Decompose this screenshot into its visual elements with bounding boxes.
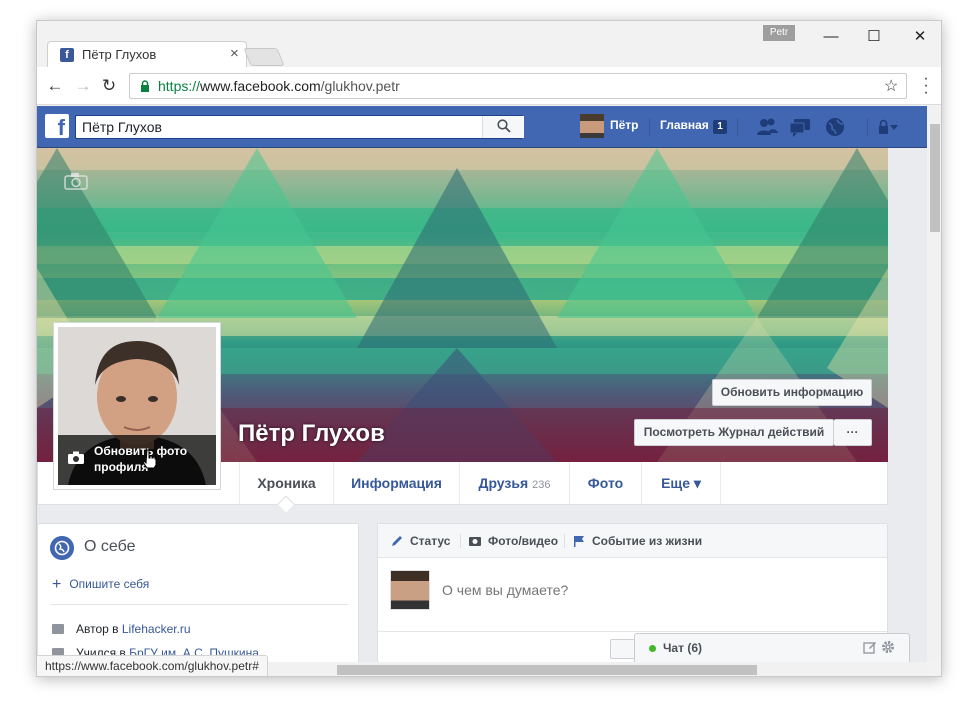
maximize-button[interactable]: ☐ — [860, 27, 888, 47]
star-icon[interactable]: ☆ — [884, 76, 898, 96]
tab-friends-label: Друзья — [478, 475, 529, 491]
work-link[interactable]: Lifehacker.ru — [122, 622, 191, 636]
header-divider — [867, 118, 868, 136]
camera-icon[interactable] — [64, 172, 88, 190]
intro-title: О себе — [84, 538, 136, 555]
chat-label: Чат (6) — [663, 641, 702, 655]
globe-icon — [50, 536, 74, 560]
tab-about[interactable]: Информация — [333, 462, 459, 504]
tab-close-button[interactable]: × — [230, 45, 239, 62]
update-photo-overlay[interactable]: Обновить фото профиля — [58, 435, 216, 485]
plus-icon: + — [52, 576, 62, 593]
more-options-button[interactable]: ··· — [834, 419, 872, 446]
facebook-header: f Пётр Главная 1 — [37, 106, 927, 148]
photo-video-tab[interactable]: Фото/видео — [468, 534, 558, 548]
close-window-button[interactable]: ✕ — [906, 27, 934, 47]
status-tab[interactable]: Статус — [390, 534, 450, 548]
home-badge: 1 — [713, 120, 727, 134]
messages-icon[interactable] — [789, 117, 811, 137]
back-button[interactable]: ← — [45, 76, 65, 96]
facebook-logo[interactable]: f — [45, 114, 69, 138]
url-host: www.facebook.com — [200, 78, 321, 94]
facebook-tab-icon: f — [60, 48, 74, 62]
flag-icon — [574, 536, 584, 547]
online-status-icon — [649, 645, 656, 652]
avatar[interactable] — [580, 114, 604, 138]
life-event-tab[interactable]: Событие из жизни — [572, 534, 702, 548]
intro-card: О себе + Опишите себя Автор в Lifehacker.… — [37, 523, 359, 662]
divider — [378, 631, 887, 632]
url-path: /glukhov.petr — [320, 78, 400, 94]
friends-icon[interactable] — [756, 117, 778, 137]
profile-link[interactable]: Пётр — [610, 118, 639, 132]
friends-count: 236 — [532, 479, 551, 491]
photo-video-tab-label: Фото/видео — [488, 534, 559, 548]
browser-toolbar: ← → ↻ https://www.facebook.com/glukhov.p… — [37, 67, 941, 105]
divider — [564, 534, 565, 548]
profile-name[interactable]: Пётр Глухов — [238, 420, 385, 448]
forward-button[interactable]: → — [73, 76, 93, 96]
search-input[interactable] — [82, 118, 472, 136]
post-input[interactable] — [442, 582, 842, 598]
url-scheme: https:// — [158, 78, 201, 94]
minimize-button[interactable]: — — [817, 27, 845, 47]
hand-cursor-icon — [142, 449, 157, 469]
browser-tab[interactable]: f Пётр Глухов × — [47, 41, 247, 67]
page-viewport: f Пётр Главная 1 — [37, 106, 927, 662]
reload-button[interactable]: ↻ — [99, 76, 119, 96]
compose-icon[interactable] — [863, 640, 877, 654]
work-row: Автор в Lifehacker.ru — [52, 622, 191, 636]
profile-picture[interactable]: Обновить фото профиля — [53, 322, 221, 490]
vertical-scrollbar[interactable] — [927, 106, 941, 662]
browser-menu-button[interactable]: · · · — [921, 71, 931, 101]
pencil-icon — [392, 536, 402, 546]
gear-icon[interactable] — [881, 640, 895, 654]
title-bar: f Пётр Глухов × Petr — ☐ ✕ — [37, 21, 941, 67]
scrollbar-thumb[interactable] — [337, 665, 757, 675]
divider — [460, 534, 461, 548]
add-bio-link[interactable]: + Опишите себя — [52, 576, 149, 594]
header-divider — [649, 118, 650, 136]
work-prefix: Автор в — [76, 622, 122, 636]
url-text: https://www.facebook.com/glukhov.petr — [158, 78, 400, 94]
facebook-search — [75, 115, 524, 139]
status-bar-url: https://www.facebook.com/glukhov.petr# — [37, 655, 268, 676]
composer-tabs: Статус Фото/видео Событие из жизни — [378, 524, 887, 558]
camera-icon — [469, 537, 481, 546]
camera-icon — [68, 451, 84, 464]
life-event-tab-label: Событие из жизни — [592, 534, 703, 548]
divider — [50, 604, 348, 605]
home-link[interactable]: Главная — [660, 118, 709, 132]
globe-icon[interactable] — [824, 117, 846, 137]
activity-log-button[interactable]: Посмотреть Журнал действий — [634, 419, 834, 446]
scrollbar-thumb[interactable] — [930, 124, 940, 232]
chat-bar[interactable]: Чат (6) — [634, 633, 910, 662]
update-info-button[interactable]: Обновить информацию — [712, 379, 872, 406]
new-tab-button[interactable] — [243, 48, 285, 66]
tab-title: Пётр Глухов — [82, 47, 157, 62]
header-divider — [737, 118, 738, 136]
address-bar[interactable]: https://www.facebook.com/glukhov.petr ☆ — [129, 73, 907, 99]
lock-icon — [141, 80, 149, 92]
search-button[interactable] — [482, 116, 524, 138]
briefcase-icon — [52, 624, 64, 634]
avatar — [390, 570, 430, 610]
search-icon — [497, 119, 511, 133]
status-tab-label: Статус — [410, 534, 451, 548]
tab-more[interactable]: Еще ▾ — [641, 462, 721, 504]
profile-badge[interactable]: Petr — [763, 25, 795, 41]
tab-friends[interactable]: Друзья 236 — [459, 462, 569, 504]
browser-window: f Пётр Глухов × Petr — ☐ ✕ ← → ↻ https:/… — [36, 20, 942, 677]
tab-photos[interactable]: Фото — [569, 462, 641, 504]
lock-settings-icon[interactable] — [877, 117, 899, 137]
add-bio-label: Опишите себя — [69, 577, 150, 591]
